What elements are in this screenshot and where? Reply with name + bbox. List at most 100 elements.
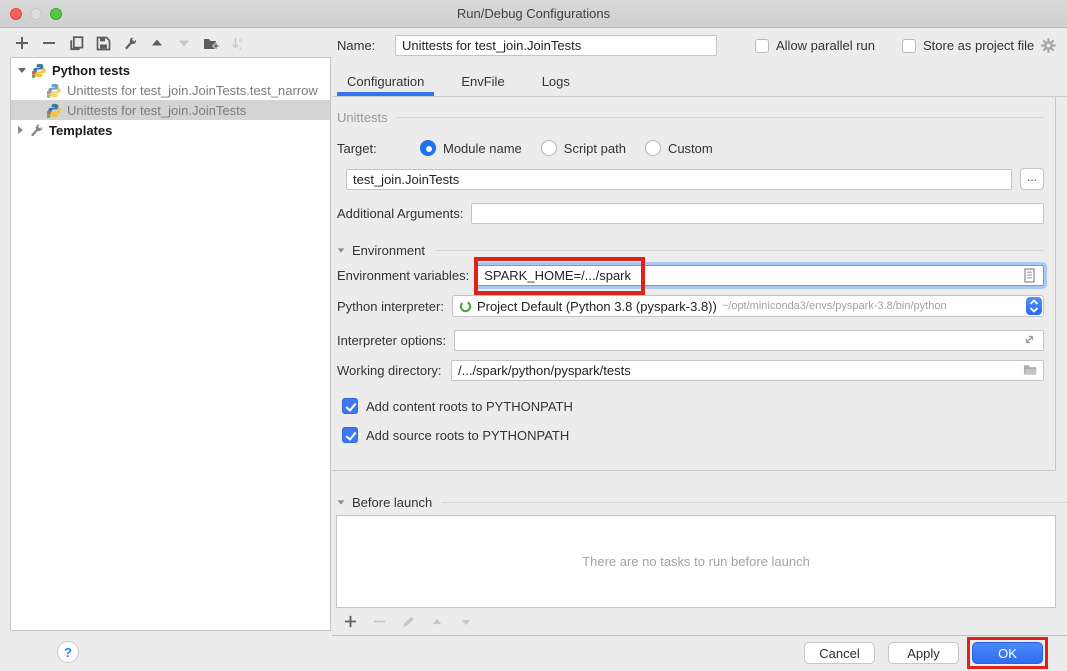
title-bar[interactable]: Run/Debug Configurations [0, 0, 1067, 28]
target-script-path-radio[interactable]: Script path [541, 140, 626, 156]
new-folder-icon[interactable] [203, 35, 219, 51]
tree-item-python-tests[interactable]: Python tests [11, 60, 330, 80]
tab-configuration[interactable]: Configuration [337, 69, 434, 96]
working-directory-input[interactable] [451, 360, 1044, 381]
before-launch-title: Before launch [352, 495, 432, 510]
python-interpreter-label: Python interpreter: [337, 299, 444, 314]
python-tests-icon [47, 83, 62, 98]
environment-section-title: Environment [352, 243, 425, 258]
configurations-toolbar: az [14, 30, 246, 56]
add-task-icon[interactable] [342, 614, 358, 630]
minimize-window-button[interactable] [30, 8, 42, 20]
python-interpreter-select[interactable]: Project Default (Python 3.8 (pyspark-3.8… [452, 295, 1044, 317]
configuration-tab-panel: Unittests Target: Module name Script pat… [332, 97, 1056, 471]
store-as-project-file-checkbox[interactable]: Store as project file [902, 38, 1034, 53]
before-launch-toolbar [332, 608, 1067, 636]
additional-arguments-input[interactable] [471, 203, 1044, 224]
help-button[interactable]: ? [57, 641, 79, 663]
python-interpreter-path: ~/opt/miniconda3/envs/pyspark-3.8/bin/py… [722, 300, 947, 312]
conda-env-icon [459, 300, 472, 313]
tree-item-label: Unittests for test_join.JoinTests.test_n… [67, 83, 318, 98]
python-tests-icon [32, 63, 47, 78]
module-name-input[interactable] [346, 169, 1012, 190]
add-content-roots-label: Add content roots to PYTHONPATH [366, 399, 573, 414]
configuration-editor: Name: Allow parallel run Store as projec… [332, 28, 1067, 671]
wrench-icon[interactable] [122, 35, 138, 51]
chevron-down-icon[interactable] [338, 248, 345, 252]
divider [442, 502, 1067, 503]
environment-variables-input[interactable] [477, 265, 1044, 286]
tree-item-templates[interactable]: Templates [11, 120, 330, 140]
target-custom-radio[interactable]: Custom [645, 140, 713, 156]
target-module-name-radio[interactable]: Module name [420, 140, 522, 156]
move-down-icon[interactable] [176, 35, 192, 51]
run-debug-configurations-dialog: Run/Debug Configurations az Pyth [0, 0, 1067, 671]
remove-task-icon[interactable] [371, 614, 387, 630]
ok-button[interactable]: OK [972, 642, 1043, 664]
window-title: Run/Debug Configurations [457, 6, 610, 21]
browse-button[interactable]: ... [1020, 168, 1044, 190]
divider [435, 250, 1044, 251]
chevron-down-icon[interactable] [338, 500, 345, 504]
zoom-window-button[interactable] [50, 8, 62, 20]
svg-text:a: a [239, 37, 243, 44]
interpreter-options-input[interactable] [454, 330, 1044, 351]
chevron-right-icon[interactable] [18, 126, 23, 134]
interpreter-options-label: Interpreter options: [337, 333, 446, 348]
folder-icon[interactable] [1023, 363, 1038, 378]
wrench-icon [29, 123, 44, 138]
checkbox-icon[interactable] [902, 39, 916, 53]
remove-icon[interactable] [41, 35, 57, 51]
add-source-roots-label: Add source roots to PYTHONPATH [366, 428, 569, 443]
env-list-icon[interactable] [1023, 268, 1038, 283]
sort-alphabetically-icon[interactable]: az [230, 35, 246, 51]
checkbox-checked-icon[interactable] [342, 398, 358, 414]
gear-icon[interactable] [1041, 38, 1056, 53]
cancel-button[interactable]: Cancel [804, 642, 875, 664]
target-custom-label: Custom [668, 141, 713, 156]
target-script-path-label: Script path [564, 141, 626, 156]
interpreter-stepper-icon[interactable] [1026, 297, 1042, 315]
store-as-project-file-label: Store as project file [923, 38, 1034, 53]
tree-item-label: Unittests for test_join.JoinTests [67, 103, 246, 118]
move-up-icon[interactable] [149, 35, 165, 51]
save-icon[interactable] [95, 35, 111, 51]
target-module-name-label: Module name [443, 141, 522, 156]
working-directory-label: Working directory: [337, 363, 443, 378]
before-launch-task-list[interactable]: There are no tasks to run before launch [336, 515, 1056, 608]
tab-logs[interactable]: Logs [532, 69, 580, 96]
editor-tabs: Configuration EnvFile Logs [332, 69, 1067, 97]
python-tests-icon [47, 103, 62, 118]
tab-envfile[interactable]: EnvFile [451, 69, 514, 96]
checkbox-checked-icon[interactable] [342, 427, 358, 443]
unittests-group-title: Unittests [337, 110, 388, 125]
tree-item-unittests-test-narrow[interactable]: Unittests for test_join.JoinTests.test_n… [11, 80, 330, 100]
move-task-down-icon[interactable] [458, 614, 474, 630]
radio-selected-icon[interactable] [420, 140, 436, 156]
apply-button[interactable]: Apply [888, 642, 959, 664]
annotation-ok-highlight: OK [967, 637, 1048, 669]
allow-parallel-run-checkbox[interactable]: Allow parallel run [755, 38, 875, 53]
move-task-up-icon[interactable] [429, 614, 445, 630]
divider [397, 117, 1044, 118]
add-source-roots-checkbox[interactable]: Add source roots to PYTHONPATH [337, 427, 1044, 443]
environment-variables-label: Environment variables: [337, 268, 469, 283]
python-interpreter-value: Project Default (Python 3.8 (pyspark-3.8… [477, 299, 717, 314]
additional-arguments-label: Additional Arguments: [337, 206, 463, 221]
tree-item-label: Python tests [52, 63, 130, 78]
expand-icon[interactable] [1023, 333, 1038, 348]
name-label: Name: [337, 38, 381, 53]
name-input[interactable] [395, 35, 717, 56]
tree-item-label: Templates [49, 123, 112, 138]
target-label: Target: [337, 141, 420, 156]
checkbox-icon[interactable] [755, 39, 769, 53]
add-icon[interactable] [14, 35, 30, 51]
copy-icon[interactable] [68, 35, 84, 51]
edit-task-icon[interactable] [400, 614, 416, 630]
tree-item-unittests-jointests[interactable]: Unittests for test_join.JoinTests [11, 100, 330, 120]
radio-icon[interactable] [645, 140, 661, 156]
add-content-roots-checkbox[interactable]: Add content roots to PYTHONPATH [337, 398, 1044, 414]
close-window-button[interactable] [10, 8, 22, 20]
chevron-down-icon[interactable] [18, 68, 26, 73]
radio-icon[interactable] [541, 140, 557, 156]
